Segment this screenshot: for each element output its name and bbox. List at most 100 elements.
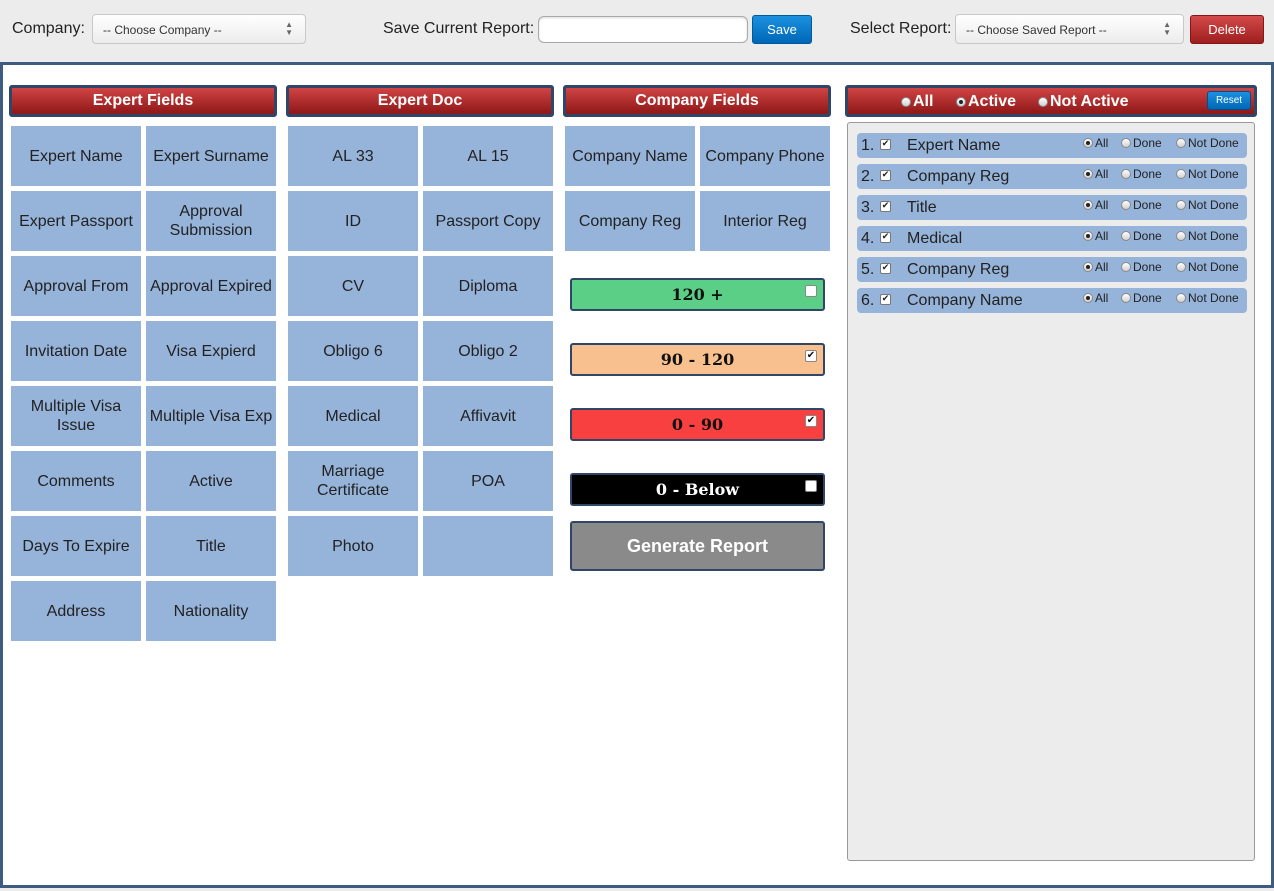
row-status-all[interactable]: All [1083,136,1108,150]
row-status-not-done[interactable]: Not Done [1176,167,1239,181]
row-status-not-done[interactable]: Not Done [1176,260,1239,274]
report-name-input[interactable] [538,16,748,43]
field-expert-surname[interactable]: Expert Surname [146,126,276,186]
status-label: Done [1133,229,1162,243]
field-invitation-date[interactable]: Invitation Date [11,321,141,381]
list-item: 2. ✔ Company Reg All Done Not Done [857,164,1247,189]
radio-icon[interactable] [1083,169,1093,179]
row-status-all[interactable]: All [1083,260,1108,274]
row-status-all[interactable]: All [1083,198,1108,212]
radio-icon[interactable] [901,97,911,107]
row-checkbox[interactable]: ✔ [880,201,891,212]
company-field-interior-reg[interactable]: Interior Reg [700,191,830,251]
radio-icon[interactable] [1176,293,1186,303]
radio-icon[interactable] [1121,262,1131,272]
field-expert-passport[interactable]: Expert Passport [11,191,141,251]
radio-icon[interactable] [1083,293,1093,303]
radio-icon[interactable] [1121,293,1131,303]
delete-button[interactable]: Delete [1190,15,1264,44]
field-days-to-expire[interactable]: Days To Expire [11,516,141,576]
radio-icon[interactable] [1121,169,1131,179]
field-approval-submission[interactable]: Approval Submission [146,191,276,251]
doc-passport-copy[interactable]: Passport Copy [423,191,553,251]
company-select[interactable]: -- Choose Company -- ▲ ▼ [92,14,306,44]
row-status-not-done[interactable]: Not Done [1176,229,1239,243]
row-status-done[interactable]: Done [1121,229,1162,243]
doc-poa[interactable]: POA [423,451,553,511]
field-title[interactable]: Title [146,516,276,576]
row-status-not-done[interactable]: Not Done [1176,291,1239,305]
row-status-not-done[interactable]: Not Done [1176,136,1239,150]
radio-icon[interactable] [1176,200,1186,210]
field-nationality[interactable]: Nationality [146,581,276,641]
radio-icon[interactable] [1121,138,1131,148]
radio-icon[interactable] [1083,231,1093,241]
radio-icon[interactable] [1176,231,1186,241]
radio-icon[interactable] [956,97,966,107]
field-approval-expired[interactable]: Approval Expired [146,256,276,316]
range-0-below[interactable]: 0 - Below [570,473,825,506]
row-status-all[interactable]: All [1083,167,1108,181]
radio-icon[interactable] [1083,200,1093,210]
row-status-done[interactable]: Done [1121,167,1162,181]
row-status-done[interactable]: Done [1121,260,1162,274]
row-status-done[interactable]: Done [1121,136,1162,150]
row-status-all[interactable]: All [1083,291,1108,305]
range-checkbox[interactable] [805,480,817,492]
doc-cv[interactable]: CV [288,256,418,316]
row-status-all[interactable]: All [1083,229,1108,243]
range-checkbox[interactable]: ✔ [805,350,817,362]
range-120-plus[interactable]: 120 + [570,278,825,311]
generate-report-button[interactable]: Generate Report [570,521,825,571]
row-checkbox[interactable]: ✔ [880,294,891,305]
radio-icon[interactable] [1176,169,1186,179]
row-checkbox[interactable]: ✔ [880,232,891,243]
radio-icon[interactable] [1121,200,1131,210]
row-status-done[interactable]: Done [1121,291,1162,305]
reset-button[interactable]: Reset [1207,91,1251,110]
radio-icon[interactable] [1083,138,1093,148]
doc-affidavit[interactable]: Affivavit [423,386,553,446]
field-comments[interactable]: Comments [11,451,141,511]
field-multiple-visa-issue[interactable]: Multiple Visa Issue [11,386,141,446]
row-checkbox[interactable]: ✔ [880,139,891,150]
company-field-name[interactable]: Company Name [565,126,695,186]
doc-obligo-6[interactable]: Obligo 6 [288,321,418,381]
doc-id[interactable]: ID [288,191,418,251]
select-arrows-icon: ▲ ▼ [1163,20,1171,37]
filter-option-not-active[interactable]: Not Active [1038,93,1129,111]
row-status-not-done[interactable]: Not Done [1176,198,1239,212]
row-checkbox[interactable]: ✔ [880,263,891,274]
field-multiple-visa-exp[interactable]: Multiple Visa Exp [146,386,276,446]
doc-marriage-certificate[interactable]: Marriage Certificate [288,451,418,511]
doc-al-33[interactable]: AL 33 [288,126,418,186]
row-status-done[interactable]: Done [1121,198,1162,212]
range-checkbox[interactable] [805,285,817,297]
filter-option-all[interactable]: All [901,93,933,111]
radio-icon[interactable] [1083,262,1093,272]
field-expert-name[interactable]: Expert Name [11,126,141,186]
radio-icon[interactable] [1121,231,1131,241]
doc-diploma[interactable]: Diploma [423,256,553,316]
doc-obligo-2[interactable]: Obligo 2 [423,321,553,381]
range-90-120[interactable]: 90 - 120 ✔ [570,343,825,376]
company-field-reg[interactable]: Company Reg [565,191,695,251]
field-active[interactable]: Active [146,451,276,511]
radio-icon[interactable] [1176,138,1186,148]
field-visa-expired[interactable]: Visa Expierd [146,321,276,381]
filter-option-active[interactable]: Active [956,93,1016,111]
status-label: Done [1133,198,1162,212]
company-field-phone[interactable]: Company Phone [700,126,830,186]
radio-icon[interactable] [1038,97,1048,107]
radio-icon[interactable] [1176,262,1186,272]
doc-photo[interactable]: Photo [288,516,418,576]
range-0-90[interactable]: 0 - 90 ✔ [570,408,825,441]
doc-medical[interactable]: Medical [288,386,418,446]
field-approval-from[interactable]: Approval From [11,256,141,316]
doc-al-15[interactable]: AL 15 [423,126,553,186]
field-address[interactable]: Address [11,581,141,641]
range-checkbox[interactable]: ✔ [805,415,817,427]
row-checkbox[interactable]: ✔ [880,170,891,181]
saved-report-select[interactable]: -- Choose Saved Report -- ▲ ▼ [955,14,1184,44]
save-button[interactable]: Save [752,15,812,44]
